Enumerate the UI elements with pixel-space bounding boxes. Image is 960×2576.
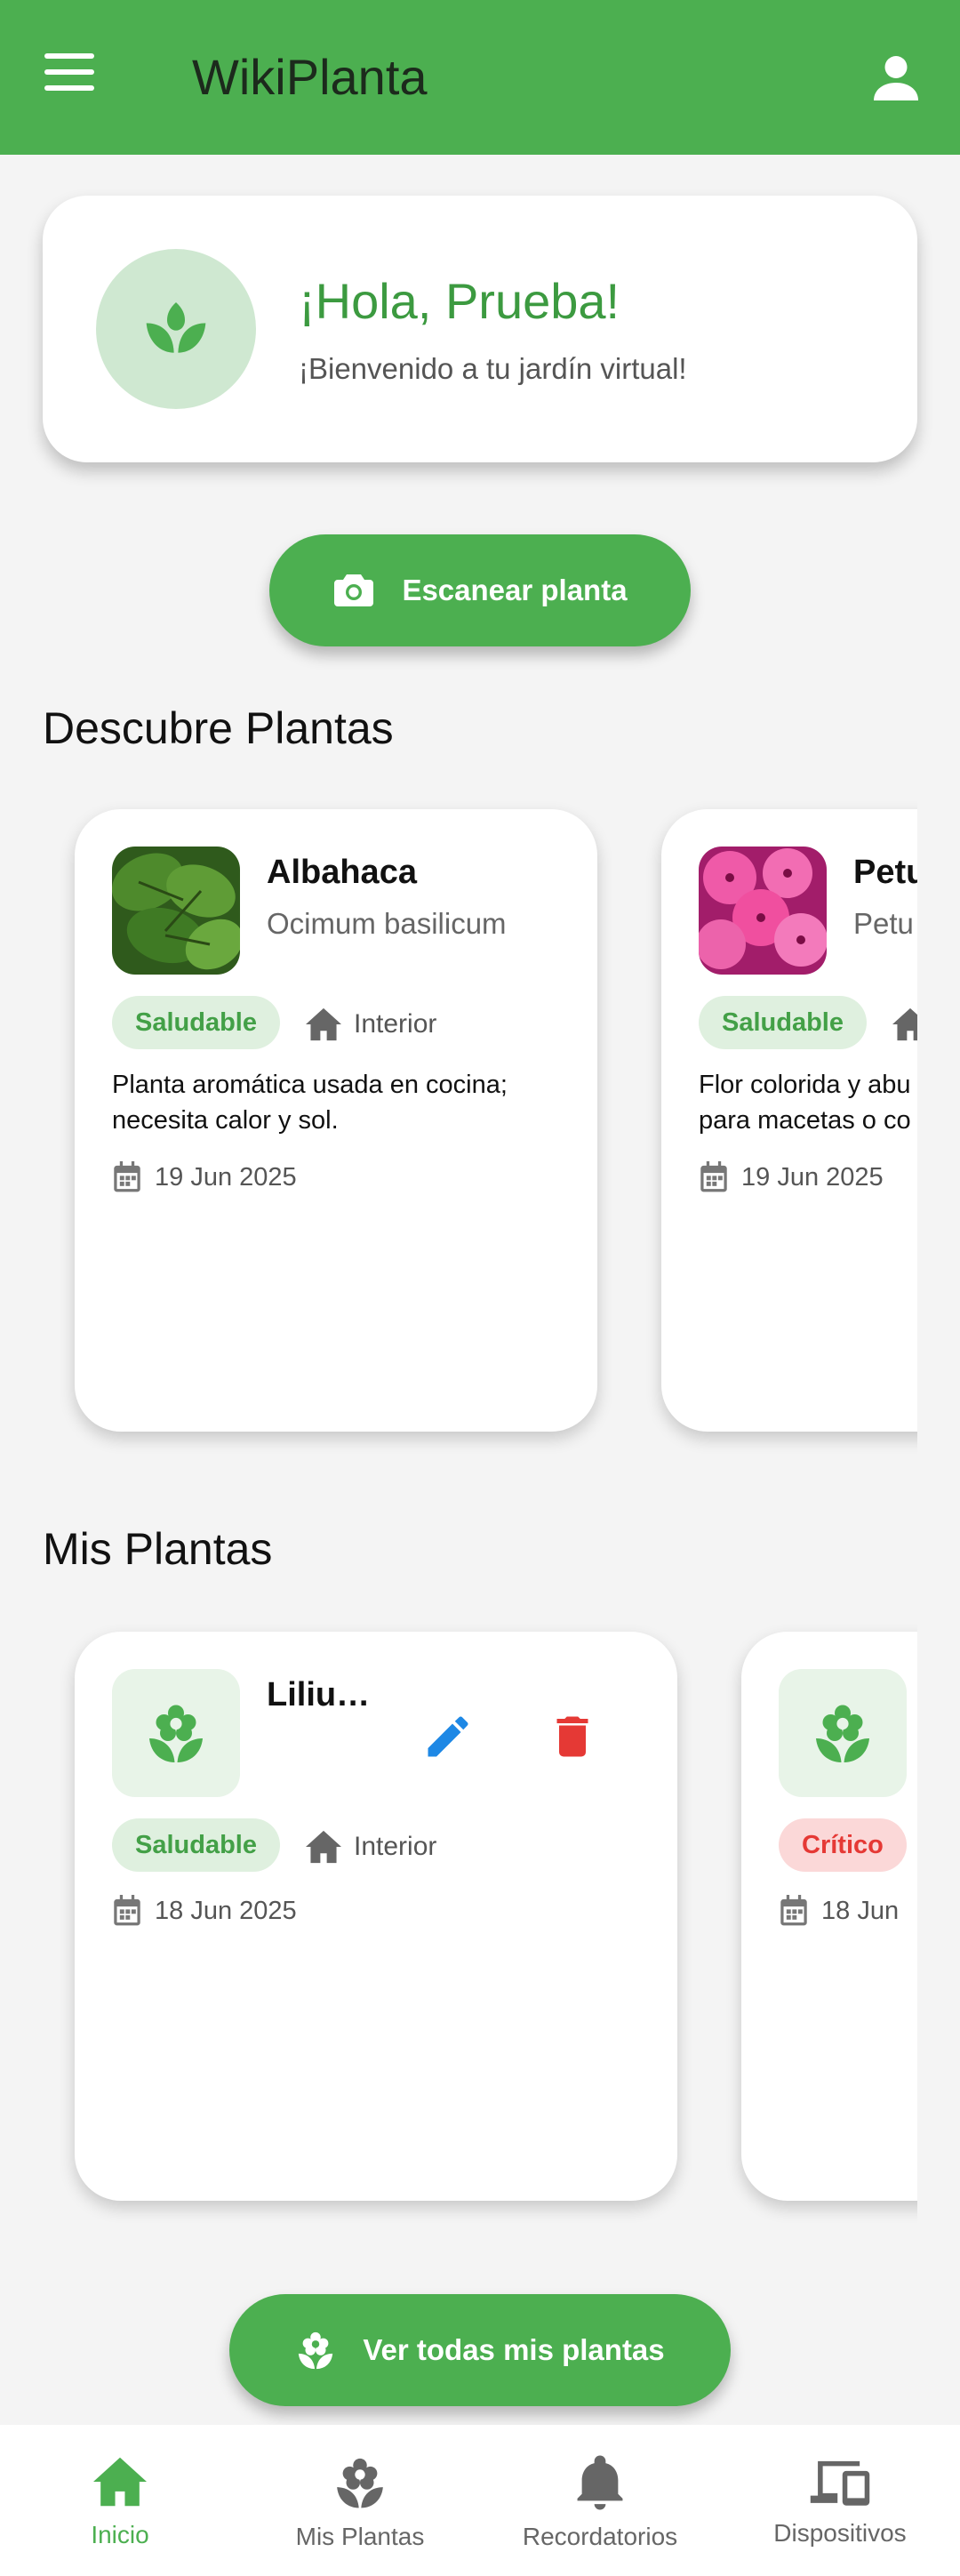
scan-plant-button[interactable]: Escanear planta — [269, 534, 691, 646]
date: 19 Jun 2025 — [112, 1161, 297, 1193]
my-plants-title: Mis Plantas — [43, 1524, 273, 1574]
nav-label: Inicio — [91, 2521, 149, 2548]
location-label: Interior — [354, 1009, 437, 1039]
plant-description: Flor colorida y abu para macetas o co — [699, 1071, 911, 1135]
date: 19 Jun 2025 — [699, 1161, 884, 1193]
date: 18 Jun — [779, 1895, 899, 1927]
plant-card[interactable]: Petu Petu Saludable Flor colorida y abu … — [661, 809, 917, 1432]
date-label: 19 Jun 2025 — [155, 1162, 297, 1192]
location: Interior — [304, 1007, 436, 1042]
bell-icon — [577, 2455, 623, 2510]
date-label: 18 Jun — [821, 1896, 900, 1925]
avatar — [96, 249, 256, 409]
calendar-icon — [700, 1161, 727, 1192]
calendar-icon — [780, 1895, 807, 1926]
home-icon — [306, 1830, 341, 1864]
plant-scientific-name: Petu — [853, 907, 914, 940]
status-badge: Crítico — [779, 1818, 907, 1872]
discover-title: Descubre Plantas — [43, 703, 394, 753]
view-all-plants-button[interactable]: Ver todas mis plantas — [229, 2294, 731, 2406]
plant-card[interactable]: Albahaca Ocimum basilicum Saludable Inte… — [75, 809, 597, 1432]
nav-label: Dispositivos — [773, 2519, 907, 2547]
plant-scientific-name: Ocimum basilicum — [267, 907, 507, 940]
my-plant-card[interactable]: Crítico 18 Jun — [741, 1632, 917, 2201]
flower-icon — [816, 1705, 869, 1762]
location — [891, 1007, 917, 1042]
account-icon[interactable] — [869, 52, 923, 105]
home-icon — [892, 1007, 917, 1041]
date: 18 Jun 2025 — [112, 1895, 297, 1927]
flower-icon — [299, 2331, 333, 2370]
view-all-plants-label: Ver todas mis plantas — [363, 2333, 665, 2366]
flower-icon — [337, 2458, 383, 2508]
plant-description: Planta aromática usada en cocina; necesi… — [112, 1071, 508, 1135]
edit-icon[interactable] — [421, 1710, 475, 1763]
welcome-card: ¡Hola, Prueba! ¡Bienvenido a tu jardín v… — [43, 196, 917, 462]
delete-icon[interactable] — [546, 1710, 599, 1763]
status-badge: Saludable — [699, 996, 867, 1049]
my-plants-carousel[interactable]: Liliu… Saludable Interior 18 Jun 2025 Cr… — [0, 1605, 917, 2227]
date-label: 18 Jun 2025 — [155, 1896, 297, 1925]
plant-photo-basil — [112, 847, 240, 975]
scan-plant-label: Escanear planta — [402, 574, 628, 606]
plant-name: Albahaca — [267, 854, 417, 891]
my-plant-card[interactable]: Liliu… Saludable Interior 18 Jun 2025 — [75, 1632, 677, 2201]
plant-name: Liliu… — [267, 1676, 371, 1713]
home-icon — [93, 2457, 147, 2507]
nav-label: Mis Plantas — [295, 2523, 425, 2550]
welcome-subtitle: ¡Bienvenido a tu jardín virtual! — [299, 352, 687, 385]
plant-icon-box — [779, 1669, 907, 1797]
discover-carousel[interactable]: Albahaca Ocimum basilicum Saludable Inte… — [0, 782, 917, 1458]
home-icon — [306, 1007, 341, 1041]
devices-icon — [810, 2460, 870, 2506]
status-badge: Saludable — [112, 1818, 280, 1872]
flower-icon — [149, 1705, 203, 1762]
app-bar: WikiPlanta — [0, 0, 960, 155]
sprout-icon — [146, 302, 206, 353]
calendar-icon — [114, 1895, 140, 1926]
nav-item-inicio[interactable]: Inicio — [0, 2425, 240, 2576]
app-title: WikiPlanta — [192, 49, 428, 105]
menu-icon[interactable] — [44, 53, 103, 101]
plant-name: Petu — [853, 854, 917, 891]
plant-photo-petunia — [699, 847, 827, 975]
bottom-navigation: Inicio Mis Plantas Recordatorios Disposi… — [0, 2425, 960, 2576]
nav-item-dispositivos[interactable]: Dispositivos — [720, 2425, 960, 2576]
greeting: ¡Hola, Prueba! — [299, 273, 620, 329]
location-label: Interior — [354, 1832, 437, 1861]
nav-item-mis-plantas[interactable]: Mis Plantas — [240, 2425, 480, 2576]
status-badge: Saludable — [112, 996, 280, 1049]
location: Interior — [304, 1829, 436, 1865]
camera-icon — [334, 574, 374, 606]
plant-icon-box — [112, 1669, 240, 1797]
nav-label: Recordatorios — [522, 2523, 678, 2550]
calendar-icon — [114, 1161, 140, 1192]
date-label: 19 Jun 2025 — [741, 1162, 884, 1192]
nav-item-recordatorios[interactable]: Recordatorios — [480, 2425, 720, 2576]
